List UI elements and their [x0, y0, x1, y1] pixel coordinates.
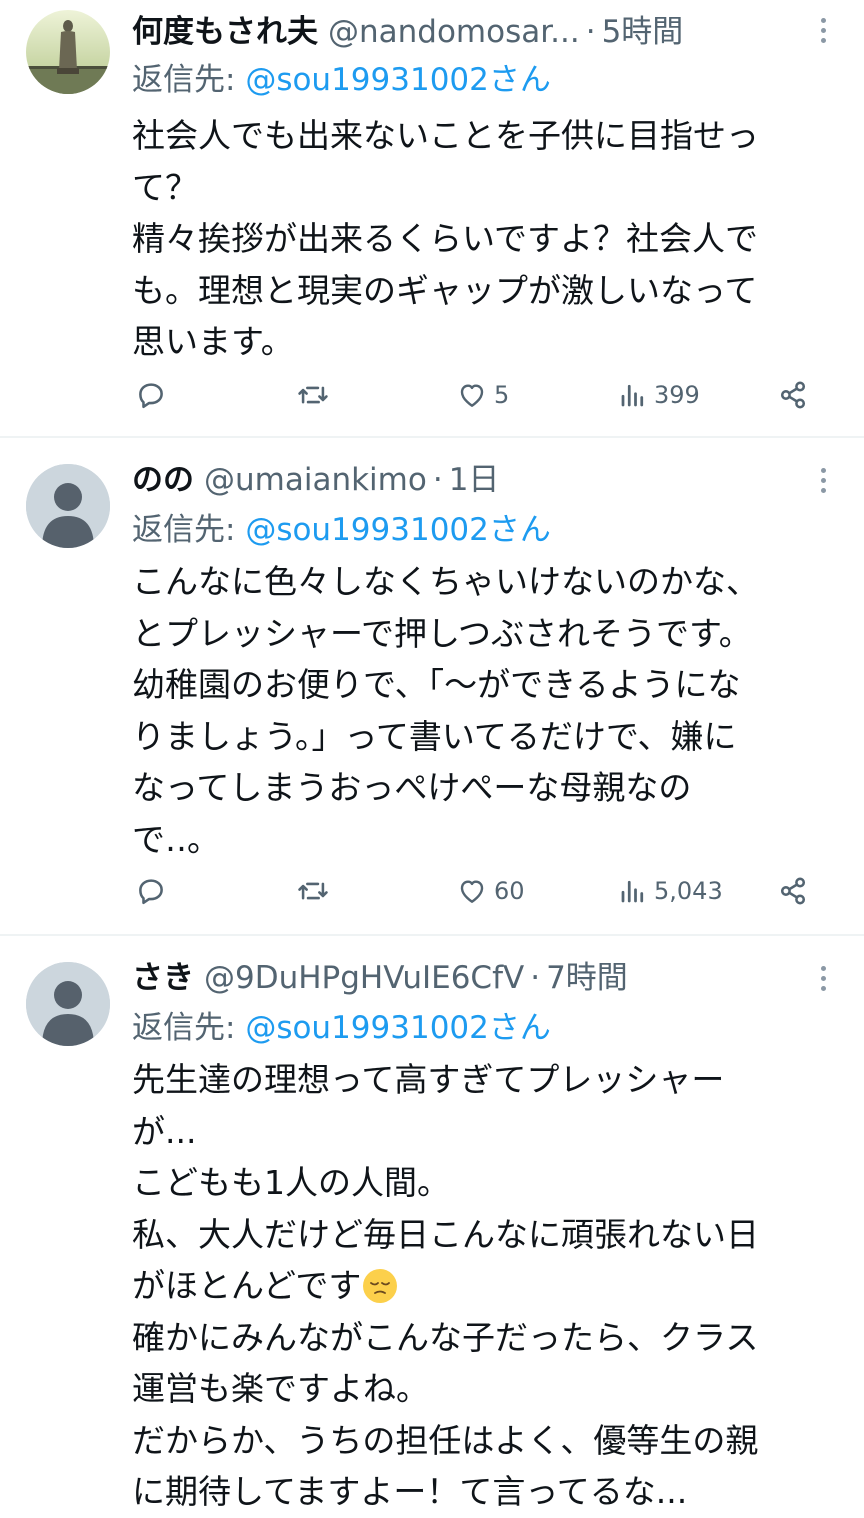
reply-icon — [139, 879, 163, 905]
tweet[interactable]: のの @umaiankimo · 1日 返信先: @sou19931002さん … — [0, 438, 864, 934]
reply-to-line: 返信先: @sou19931002さん — [132, 505, 551, 555]
share-button[interactable] — [776, 370, 810, 420]
retweet-button[interactable] — [296, 370, 330, 420]
tweet-text-line: とプレッシャーで押しつぶされそうです。 — [132, 613, 752, 653]
reply-to-label: 返信先: — [132, 1010, 246, 1046]
separator-dot: · — [585, 14, 596, 50]
avatar[interactable] — [26, 464, 110, 548]
like-button[interactable]: 5 — [456, 370, 509, 420]
bar-chart-icon — [621, 880, 644, 903]
like-count: 5 — [494, 381, 510, 409]
reply-to-line: 返信先: @sou19931002さん — [132, 55, 551, 105]
separator-dot: · — [530, 960, 541, 996]
view-count: 399 — [654, 381, 700, 409]
reply-icon — [139, 383, 163, 409]
timestamp[interactable]: 1日 — [449, 454, 500, 506]
share-icon — [780, 381, 806, 409]
reply-to-mention[interactable]: @sou19931002さん — [245, 62, 551, 98]
views-button[interactable]: 5,043 — [618, 866, 723, 916]
tweet-text-line: こどもも1人の人間。 — [132, 1163, 450, 1202]
avatar[interactable] — [26, 10, 110, 94]
tweet-text-line: りましょう。」って書いてるだけで、嫌に — [132, 716, 737, 756]
retweet-icon — [298, 386, 328, 404]
reply-button[interactable] — [134, 866, 168, 916]
tweet-text-line-with-emoji: がほとんどです — [132, 1260, 842, 1312]
tweet[interactable]: 何度もされ夫 @nandomosar... · 5時間 返信先: @sou199… — [0, 0, 864, 436]
tweet-text-line: 確かにみんながこんな子だったら、クラス — [132, 1317, 759, 1357]
user-handle[interactable]: @nandomosar... — [328, 6, 580, 58]
timestamp[interactable]: 7時間 — [546, 952, 628, 1004]
tweet-text-line: 思います。 — [132, 322, 294, 361]
heart-icon — [460, 384, 484, 407]
statue-photo-icon — [26, 10, 110, 94]
tweet-text-line: が... — [132, 1111, 197, 1151]
heart-icon — [460, 880, 484, 903]
tweet-text: 社会人でも出来ないことを子供に目指せっ て？ 精々挨拶が出来るくらいですよ？社会… — [132, 110, 842, 368]
pensive-face-emoji-icon — [363, 1269, 398, 1303]
reply-to-line: 返信先: @sou19931002さん — [132, 1003, 551, 1053]
reply-to-label: 返信先: — [132, 62, 246, 98]
tweet-text-line: なってしまうおっぺけぺーな母親なの — [132, 768, 692, 807]
tweet-text: 先生達の理想って高すぎてプレッシャー が... こどもも1人の人間。 私、大人だ… — [132, 1054, 842, 1518]
reply-to-mention[interactable]: @sou19931002さん — [245, 512, 551, 548]
tweet-text-line: で‥。 — [132, 819, 221, 859]
like-count: 60 — [494, 877, 525, 905]
like-button[interactable]: 60 — [456, 866, 525, 916]
display-name[interactable]: のの — [132, 454, 194, 506]
share-icon — [780, 877, 806, 905]
user-handle[interactable]: @9DuHPgHVuIE6CfV — [204, 952, 524, 1004]
tweet-text-line: て？ — [132, 167, 198, 207]
display-name[interactable]: さき — [132, 952, 194, 1004]
tweet-text-line: こんなに色々しなくちゃいけないのかな、 — [132, 562, 759, 601]
retweet-icon — [298, 882, 328, 900]
more-options-icon[interactable] — [812, 460, 834, 500]
tweet-text-line: に期待してますよー！て言ってるな... — [132, 1472, 688, 1511]
reply-to-label: 返信先: — [132, 512, 246, 548]
more-options-icon[interactable] — [812, 958, 834, 998]
retweet-button[interactable] — [296, 866, 330, 916]
tweet-text-fragment: がほとんどです — [132, 1266, 362, 1305]
tweet-text: こんなに色々しなくちゃいけないのかな、 とプレッシャーで押しつぶされそうです。 … — [132, 556, 842, 865]
tweet-text-line: 先生達の理想って高すぎてプレッシャー — [132, 1060, 725, 1099]
share-button[interactable] — [776, 866, 810, 916]
tweet-text-line: だからか、うちの担任はよく、優等生の親 — [132, 1420, 759, 1460]
more-options-icon[interactable] — [812, 10, 834, 50]
action-bar: 5 399 — [0, 370, 864, 420]
action-bar: 60 5,043 — [0, 866, 864, 916]
default-profile-icon — [26, 962, 110, 1046]
reply-to-mention[interactable]: @sou19931002さん — [245, 1010, 551, 1046]
tweet[interactable]: さき @9DuHPgHVuIE6CfV · 7時間 返信先: @sou19931… — [0, 936, 864, 1511]
tweet-text-line: 私、大人だけど毎日こんなに頑張れない日 — [132, 1214, 759, 1254]
bar-chart-icon — [621, 384, 644, 407]
tweet-text-line: 幼稚園のお便りで、「〜ができるようにな — [132, 665, 741, 704]
tweet-text-line: 社会人でも出来ないことを子供に目指せっ — [132, 116, 759, 155]
reply-button[interactable] — [134, 370, 168, 420]
user-handle[interactable]: @umaiankimo — [204, 454, 427, 506]
timestamp[interactable]: 5時間 — [602, 6, 684, 58]
default-profile-icon — [26, 464, 110, 548]
display-name[interactable]: 何度もされ夫 — [132, 6, 318, 58]
separator-dot: · — [432, 462, 443, 498]
tweet-text-line: 運営も楽ですよね。 — [132, 1369, 429, 1408]
views-button[interactable]: 399 — [618, 370, 700, 420]
view-count: 5,043 — [654, 877, 723, 905]
avatar[interactable] — [26, 962, 110, 1046]
tweet-text-line: も。理想と現実のギャップが激しいなって — [132, 270, 758, 310]
tweet-text-line: 精々挨拶が出来るくらいですよ？社会人で — [132, 219, 759, 258]
